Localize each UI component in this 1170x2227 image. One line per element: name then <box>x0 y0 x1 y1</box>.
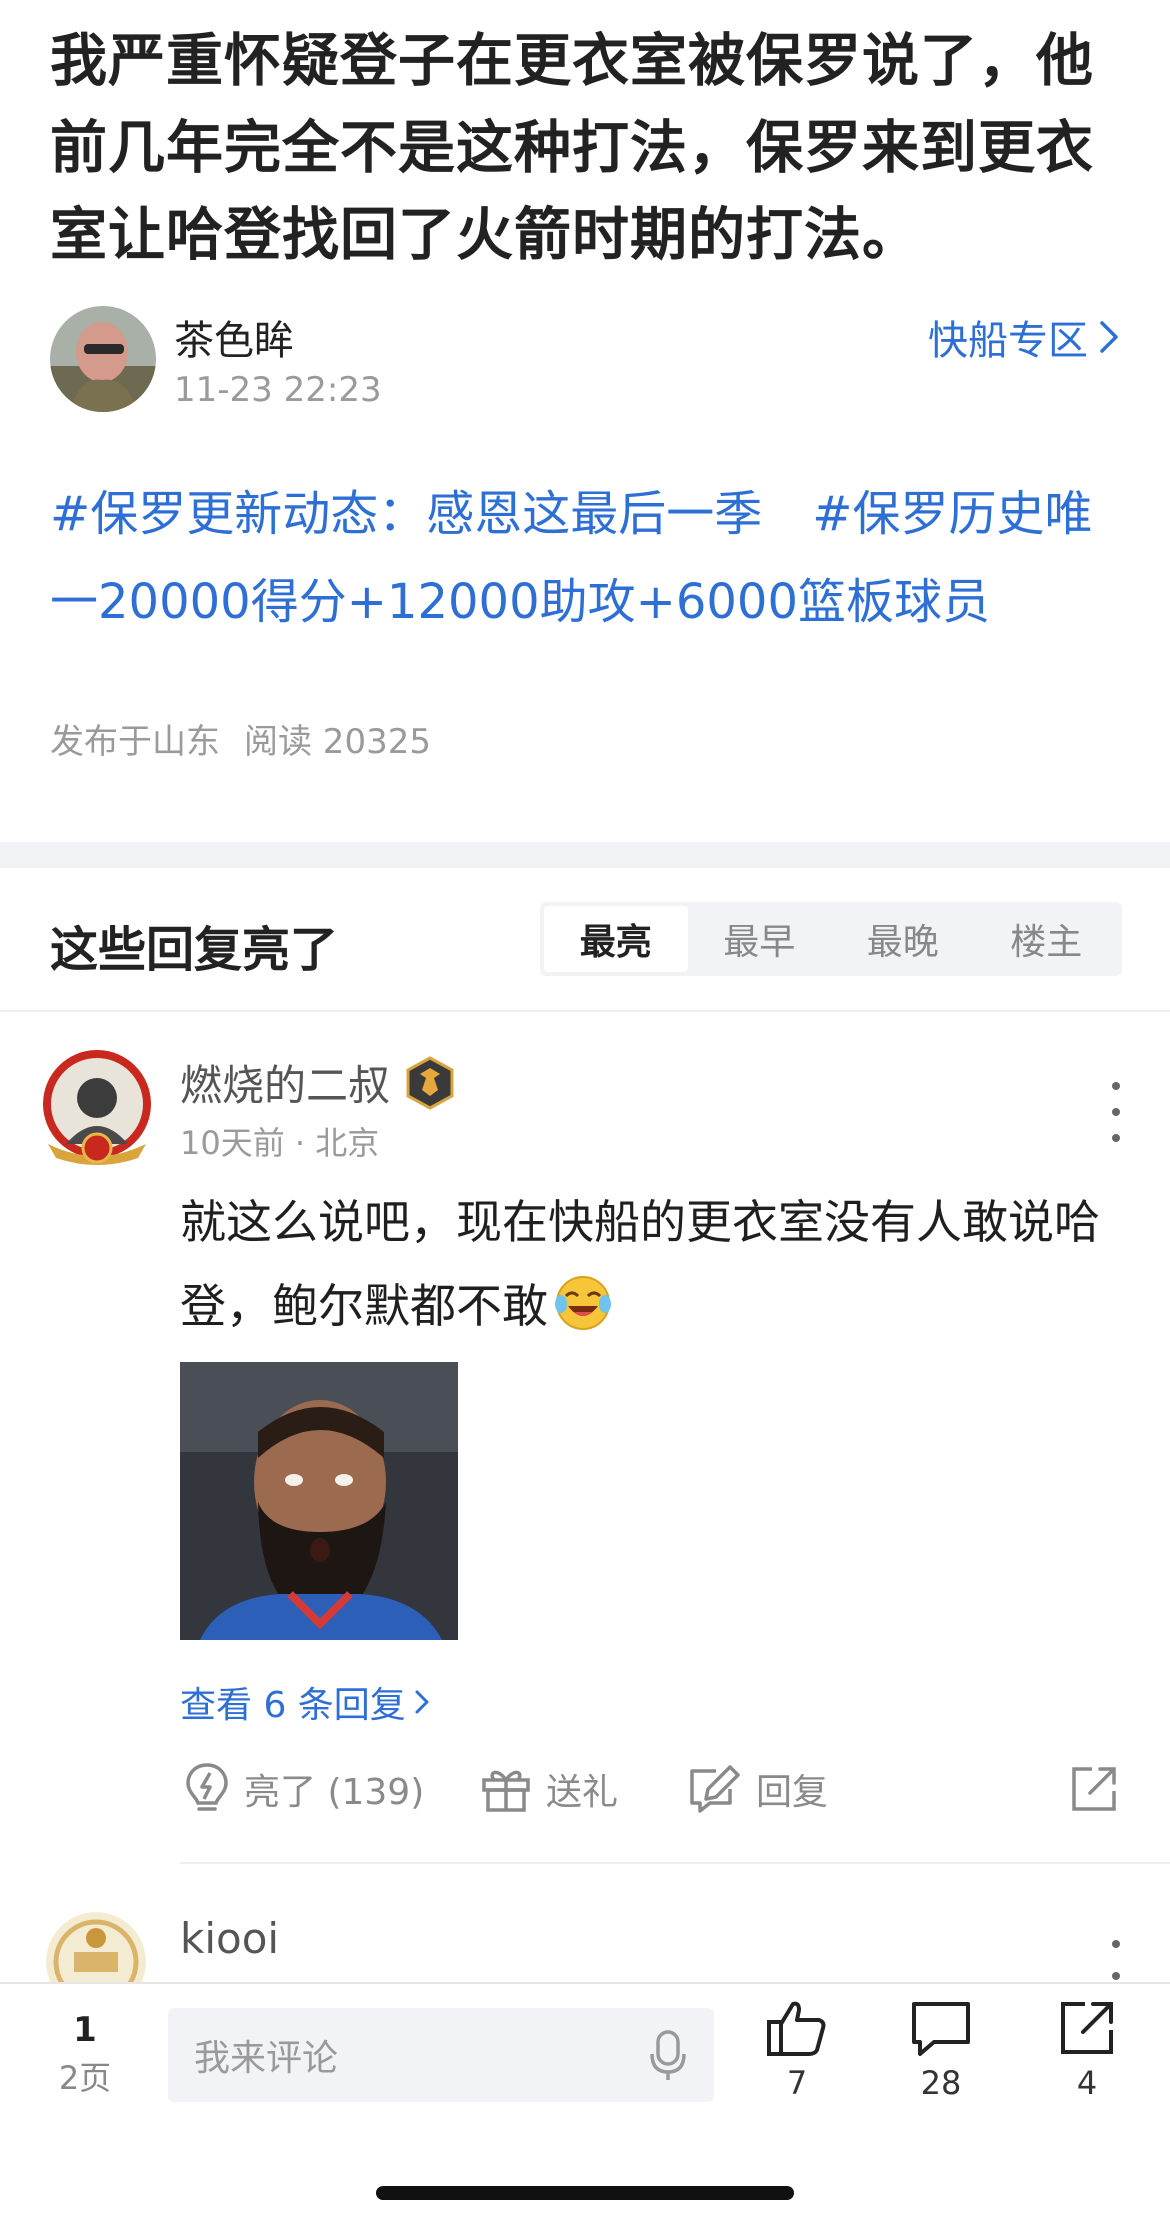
comment-actions: 亮了 (139) 送礼 回复 <box>180 1756 1120 1822</box>
home-indicator[interactable] <box>376 2186 794 2200</box>
board-link[interactable]: 快船专区 <box>928 308 1120 366</box>
commenter-name[interactable]: kiooi <box>180 1914 279 1963</box>
author-avatar[interactable] <box>50 306 156 412</box>
like-post-button[interactable]: 7 <box>752 1998 842 2102</box>
comment-count-button[interactable]: 28 <box>896 1998 986 2102</box>
comment-meta: 10天前 · 北京 <box>180 1124 380 1162</box>
chevron-right-icon <box>1100 321 1118 353</box>
post-reads: 阅读 20325 <box>244 722 431 762</box>
page-current: 1 <box>73 2010 97 2050</box>
author-name[interactable]: 茶色眸 <box>174 308 294 366</box>
reply-button[interactable]: 回复 <box>686 1756 828 1822</box>
more-options-icon[interactable] <box>1104 1940 1128 1980</box>
commenter-name-row: 燃烧的二叔 <box>180 1052 456 1113</box>
comment-input[interactable]: 我来评论 <box>168 2008 714 2102</box>
comment-bubble-icon <box>912 2002 970 2056</box>
tab-latest[interactable]: 最晚 <box>831 906 975 972</box>
board-link-label: 快船专区 <box>928 318 1088 364</box>
view-replies-link[interactable]: 查看 6 条回复 <box>180 1676 430 1728</box>
divider <box>180 1862 1170 1864</box>
chevron-right-icon <box>415 1690 429 1714</box>
share-icon <box>1072 1767 1116 1811</box>
tab-op[interactable]: 楼主 <box>975 906 1119 972</box>
reply-edit-icon <box>690 1765 740 1813</box>
comment-body: 就这么说吧，现在快船的更衣室没有人敢说哈登，鲍尔默都不敢 <box>180 1195 1100 1333</box>
share-count: 4 <box>1076 2064 1098 2102</box>
divider <box>0 1010 1170 1012</box>
reply-label: 回复 <box>756 1772 829 1813</box>
laughing-crying-emoji-icon <box>555 1276 611 1330</box>
like-post-count: 7 <box>786 2064 808 2102</box>
post-time: 11-23 22:23 <box>174 370 382 410</box>
level-badge-icon <box>406 1055 454 1110</box>
microphone-icon[interactable] <box>648 2028 688 2084</box>
topic-tags: #保罗更新动态：感恩这最后一季 #保罗历史唯一20000得分+12000助攻+60… <box>50 470 1130 646</box>
share-comment-button[interactable] <box>1068 1756 1120 1822</box>
tab-earliest[interactable]: 最早 <box>688 906 832 972</box>
gift-label: 送礼 <box>546 1772 619 1813</box>
tab-brightest[interactable]: 最亮 <box>544 906 688 972</box>
post-meta: 发布于山东 阅读 20325 <box>50 714 455 763</box>
comment-input-placeholder: 我来评论 <box>194 2038 339 2079</box>
more-options-icon[interactable] <box>1104 1082 1128 1142</box>
thumbs-up-icon <box>767 2001 826 2056</box>
topic-tag[interactable]: #保罗更新动态：感恩这最后一季 <box>50 486 762 542</box>
page-indicator[interactable]: 1 2页 <box>40 2008 130 2100</box>
page-total: 2页 <box>58 2059 112 2097</box>
author-row: 茶色眸 11-23 22:23 快船专区 <box>50 306 1120 416</box>
commenter-name[interactable]: 燃烧的二叔 <box>180 1052 390 1113</box>
sort-tabs: 最亮 最早 最晚 楼主 <box>540 902 1122 976</box>
share-icon <box>1061 2002 1113 2054</box>
view-replies-label: 查看 6 条回复 <box>180 1685 406 1726</box>
gift-button[interactable]: 送礼 <box>480 1756 618 1822</box>
post-title: 我严重怀疑登子在更衣室被保罗说了，他前几年完全不是这种打法，保罗来到更衣室让哈登… <box>50 28 1094 268</box>
gift-icon <box>482 1770 530 1812</box>
like-count: 亮了 (139) <box>244 1772 425 1813</box>
lightbulb-icon <box>186 1763 228 1811</box>
comment-count: 28 <box>920 2064 962 2102</box>
commenter-avatar[interactable] <box>38 1048 156 1166</box>
share-post-button[interactable]: 4 <box>1042 1998 1132 2102</box>
like-button[interactable]: 亮了 (139) <box>184 1756 424 1822</box>
replies-heading: 这些回复亮了 <box>50 922 339 978</box>
comment-text: 就这么说吧，现在快船的更衣室没有人敢说哈登，鲍尔默都不敢 <box>180 1180 1140 1348</box>
comment-image[interactable] <box>180 1362 458 1640</box>
post-location: 发布于山东 <box>50 722 220 762</box>
section-divider <box>0 842 1170 868</box>
